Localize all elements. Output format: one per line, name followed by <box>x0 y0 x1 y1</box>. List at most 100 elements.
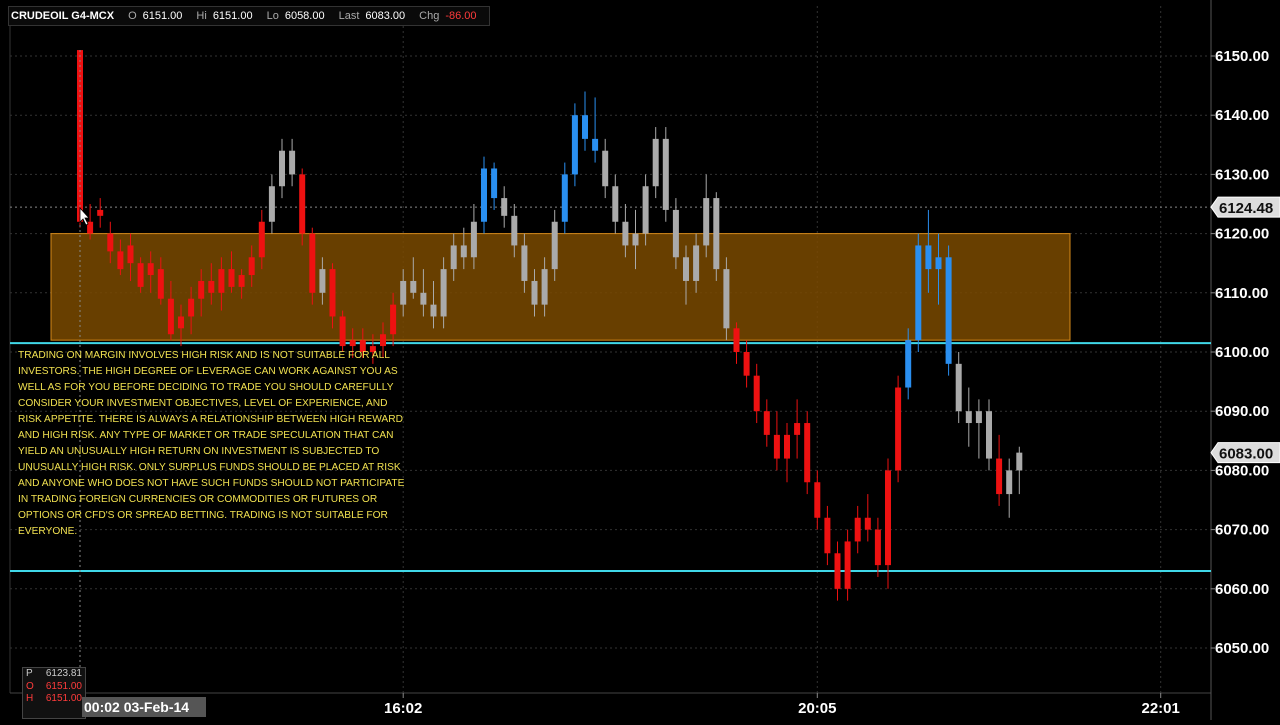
candle-body <box>309 233 316 293</box>
candle-body <box>178 316 184 329</box>
candle-body <box>703 198 710 246</box>
candle-body <box>380 334 386 347</box>
candle-body <box>844 541 851 589</box>
candle-body <box>975 411 982 424</box>
last-label: Last <box>338 10 360 22</box>
x-tick-label: 20:05 <box>798 700 836 717</box>
candle-body <box>895 387 902 471</box>
candle-body <box>117 251 124 270</box>
symbol-name: CRUDEOIL G4-MCX <box>11 10 115 22</box>
candle-body <box>551 221 558 270</box>
candle-body <box>400 280 407 305</box>
candle-body <box>773 434 780 459</box>
candle-body <box>470 221 477 258</box>
candle-body <box>299 174 306 234</box>
x-tick-label: 22:01 <box>1142 700 1180 717</box>
y-tick-label: 6110.00 <box>1215 285 1268 302</box>
candle-body <box>1006 470 1013 495</box>
low-label: Lo <box>266 10 279 22</box>
crosshair-price-box: P 6123.81 O 6151.00 H 6151.00 <box>22 667 86 719</box>
candle-body <box>218 269 225 293</box>
candle-body <box>582 115 588 139</box>
candle-body <box>521 245 528 281</box>
candle-body <box>511 215 518 246</box>
candle-body <box>501 198 508 216</box>
candle-body <box>339 316 346 347</box>
candle-body <box>733 328 740 352</box>
y-tick-label: 6090.00 <box>1215 403 1269 420</box>
candle-body <box>723 269 730 329</box>
candle-body <box>481 168 487 222</box>
candle-body <box>683 257 689 281</box>
candle <box>915 233 922 352</box>
candle-body <box>794 423 801 435</box>
y-tick-label: 6070.00 <box>1215 522 1269 539</box>
low-value: 6058.00 <box>284 10 325 22</box>
candle-body <box>238 275 245 287</box>
high-row: H 6151.00 <box>26 693 82 704</box>
candle-body <box>804 423 811 483</box>
open-row: O 6151.00 <box>26 680 82 692</box>
candle <box>723 257 730 341</box>
candle <box>945 245 952 376</box>
y-tick-label: 6120.00 <box>1215 226 1269 243</box>
crosshair-price-marker: 6124.48 <box>1210 196 1280 218</box>
candle-body <box>864 517 871 530</box>
high-label: Hi <box>196 10 207 22</box>
candle-body <box>319 269 326 293</box>
last-price-marker-text: 6083.00 <box>1219 446 1273 463</box>
candle-body <box>107 233 114 252</box>
crosshair-time-label: 00:02 03-Feb-14 <box>82 697 206 717</box>
candle-body <box>874 529 881 566</box>
candle-body <box>905 340 912 388</box>
candle <box>662 127 669 222</box>
candle-body <box>986 411 992 459</box>
candle-body <box>642 186 649 234</box>
candle-body <box>279 150 285 187</box>
candle-body <box>662 138 669 210</box>
candle-body <box>420 292 427 305</box>
symbol-info-bar: CRUDEOIL G4-MCX O 6151.00 Hi 6151.00 Lo … <box>8 6 490 26</box>
candle-body <box>157 269 164 299</box>
candle-body <box>784 434 790 459</box>
chart-area[interactable]: 6050.00 6060.00 6070.00 6080.00 6090.00 6100.… <box>0 0 1280 720</box>
candle <box>571 103 578 187</box>
candle-body <box>268 186 275 222</box>
candle-body <box>228 269 235 287</box>
y-tick-label: 6060.00 <box>1215 581 1269 598</box>
candle-body <box>925 245 932 270</box>
candle-body <box>208 280 215 293</box>
change-value: -86.00 <box>445 10 477 22</box>
candle-body <box>763 411 770 435</box>
candle <box>339 310 346 352</box>
candle-body <box>632 233 639 246</box>
candle-body <box>672 209 679 258</box>
candle <box>895 375 902 483</box>
candle-body <box>127 245 134 264</box>
candle-body <box>1016 452 1023 471</box>
candle-body <box>854 517 861 542</box>
risk-disclaimer: TRADING ON MARGIN INVOLVES HIGH RISK AND… <box>18 350 405 537</box>
candle-body <box>955 363 962 412</box>
candle-body <box>289 150 296 175</box>
candle-body <box>915 245 922 341</box>
candle-body <box>834 553 841 589</box>
candle-body <box>753 375 760 412</box>
candle-body <box>541 269 548 305</box>
candle-body <box>410 280 417 293</box>
candle-body <box>349 340 356 347</box>
candle-body <box>592 138 599 151</box>
candle-body <box>965 411 972 424</box>
candle-body <box>935 257 942 270</box>
last-price-marker: 6083.00 <box>1210 442 1280 464</box>
candle-body <box>198 280 205 299</box>
candle-body <box>460 245 467 258</box>
candle-body <box>450 245 457 270</box>
candle-body <box>137 263 144 287</box>
candle-body <box>996 458 1003 495</box>
y-tick-label: 6140.00 <box>1215 107 1269 124</box>
crosshair-price-marker-text: 6124.48 <box>1219 200 1273 217</box>
candle-body <box>390 304 397 335</box>
candle-body <box>885 470 891 566</box>
candle-body <box>491 168 498 199</box>
